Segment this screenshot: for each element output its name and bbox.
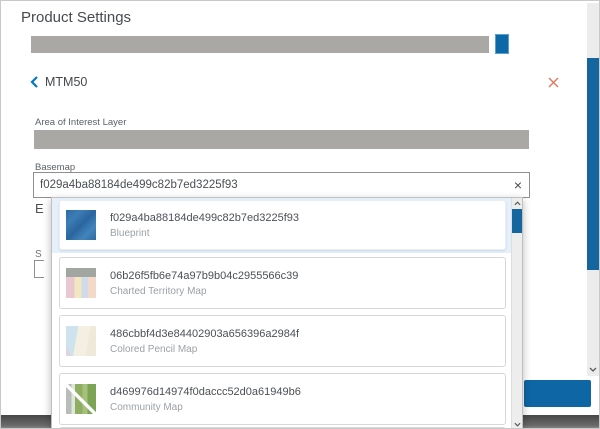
page-title: Product Settings: [21, 9, 131, 26]
clipped-label-s: S: [35, 249, 42, 260]
product-name-label: MTM50: [45, 75, 87, 89]
dropdown-scrollbar-thumb[interactable]: [512, 209, 523, 233]
basemap-id: f029a4ba88184de499c82b7ed3225f93: [110, 212, 299, 224]
colored-pencil-thumbnail: [66, 326, 96, 356]
basemap-combobox[interactable]: f029a4ba88184de499c82b7ed3225f93 ×: [33, 172, 530, 198]
clipped-input-edge: [34, 260, 44, 278]
primary-action-button[interactable]: [524, 380, 591, 407]
list-item-community[interactable]: d469976d14974f0daccc52d0a61949b6 Communi…: [59, 373, 506, 425]
basemap-option-list: f029a4ba88184de499c82b7ed3225f93 Bluepri…: [52, 198, 511, 429]
aoi-layer-label: Area of Interest Layer: [35, 117, 126, 128]
scroll-down-arrow-icon[interactable]: [587, 363, 599, 375]
charted-territory-thumbnail: [66, 268, 96, 298]
basemap-dropdown-list: f029a4ba88184de499c82b7ed3225f93 Bluepri…: [51, 197, 523, 429]
blueprint-map-thumbnail: [66, 210, 96, 240]
basemap-name: Community Map: [110, 402, 301, 413]
main-scrollbar[interactable]: [587, 3, 599, 376]
product-settings-dialog: Product Settings MTM50 Area of Interest …: [0, 0, 600, 429]
basemap-input-value[interactable]: f029a4ba88184de499c82b7ed3225f93: [34, 179, 507, 191]
basemap-id: d469976d14974f0daccc52d0a61949b6: [110, 386, 301, 398]
list-item-charted-territory[interactable]: 06b26f5fb6e74a97b9b04c2955566c39 Charted…: [59, 257, 506, 309]
scroll-up-arrow-icon[interactable]: [512, 198, 523, 209]
main-scrollbar-thumb[interactable]: [587, 58, 599, 270]
chevron-left-icon: [30, 76, 38, 88]
slider-handle[interactable]: [495, 34, 509, 54]
basemap-name: Blueprint: [110, 228, 299, 239]
redacted-bar-top: [31, 36, 489, 53]
list-item-colored-pencil[interactable]: 486cbbf4d3e84402903a656396a2984f Colored…: [59, 315, 506, 367]
basemap-name: Colored Pencil Map: [110, 344, 299, 355]
basemap-name: Charted Territory Map: [110, 286, 298, 297]
clear-input-icon[interactable]: ×: [507, 178, 529, 192]
basemap-id: 06b26f5fb6e74a97b9b04c2955566c39: [110, 270, 298, 282]
aoi-layer-redacted-value[interactable]: [34, 130, 529, 149]
dropdown-scrollbar[interactable]: [511, 198, 522, 429]
clipped-label-e: E: [35, 201, 44, 216]
scroll-down-arrow-icon[interactable]: [512, 419, 523, 429]
selected-row-highlight: f029a4ba88184de499c82b7ed3225f93 Bluepri…: [52, 198, 511, 253]
back-to-product-list[interactable]: MTM50: [30, 75, 87, 89]
list-item-blueprint[interactable]: f029a4ba88184de499c82b7ed3225f93 Bluepri…: [59, 200, 506, 250]
close-x-icon[interactable]: [547, 76, 560, 89]
community-map-thumbnail: [66, 384, 96, 414]
basemap-id: 486cbbf4d3e84402903a656396a2984f: [110, 328, 299, 340]
